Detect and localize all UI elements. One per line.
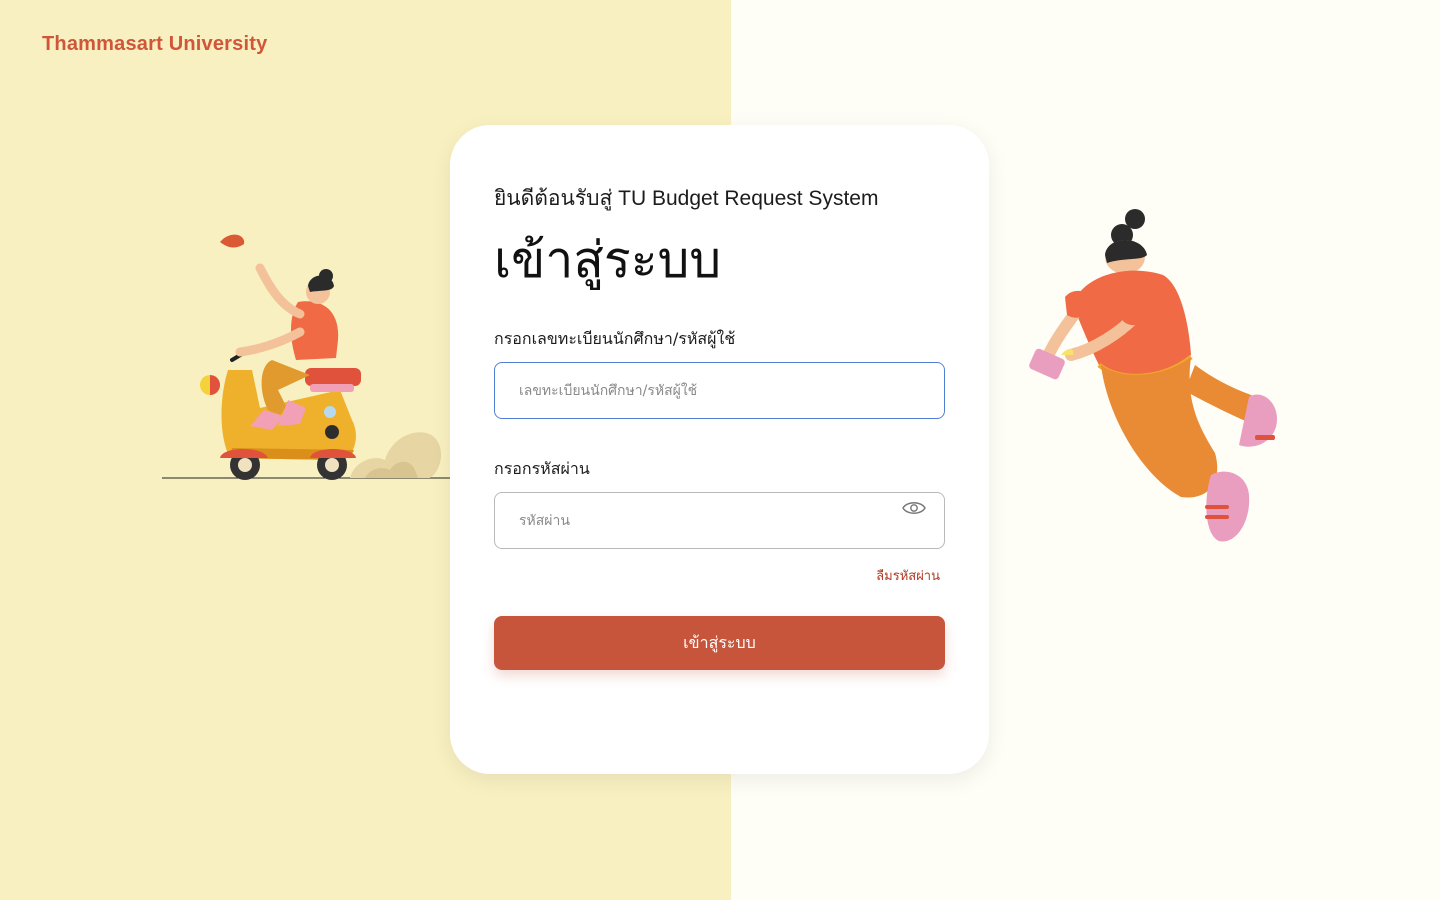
password-input[interactable] (495, 493, 944, 548)
eye-icon[interactable] (902, 499, 926, 517)
login-card: ยินดีต้อนรับสู่ TU Budget Request System… (450, 125, 989, 774)
username-label: กรอกเลขทะเบียนนักศึกษา/รหัสผู้ใช้ (494, 329, 736, 348)
password-label: กรอกรหัสผ่าน (494, 459, 590, 478)
page-title: เข้าสู่ระบบ (494, 231, 722, 289)
floating-person-with-phone-illustration (1029, 209, 1277, 542)
login-button[interactable]: เข้าสู่ระบบ (494, 616, 945, 670)
welcome-text: ยินดีต้อนรับสู่ TU Budget Request System (494, 187, 879, 210)
username-field-wrapper (494, 362, 945, 419)
username-input[interactable] (495, 363, 944, 418)
brand-logo-text: Thammasart University (42, 33, 268, 55)
password-field-wrapper (494, 492, 945, 549)
forgot-password-link[interactable]: ลืมรหัสผ่าน (876, 565, 940, 586)
scooter-rider-illustration (162, 234, 450, 480)
